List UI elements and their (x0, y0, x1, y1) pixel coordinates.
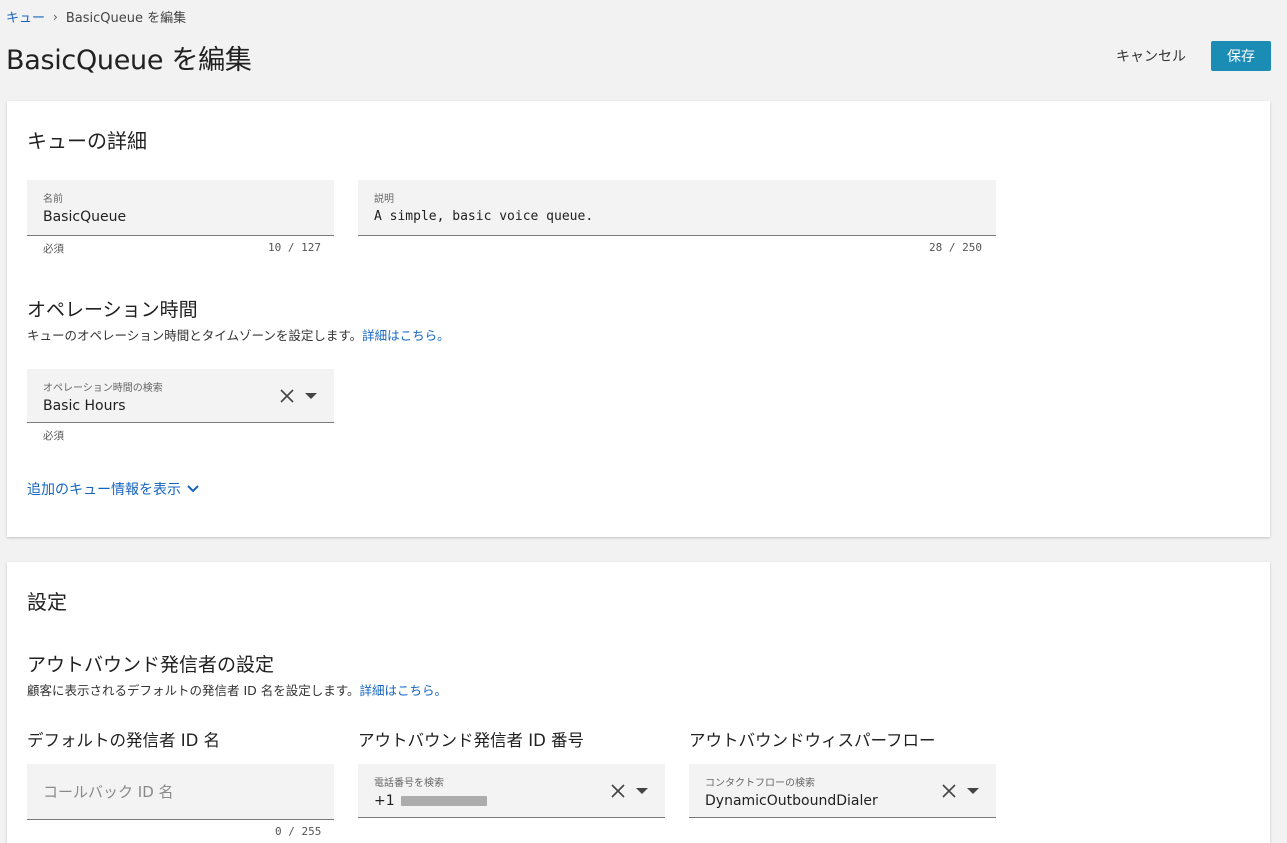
hours-search-value: Basic Hours (43, 398, 126, 414)
show-more-label: 追加のキュー情報を表示 (27, 482, 181, 498)
outbound-learn-more-link[interactable]: 詳細はこちら。 (360, 683, 448, 698)
clear-icon[interactable] (939, 781, 959, 801)
caller-id-number-prefix: +1 (374, 793, 395, 809)
breadcrumb-current: BasicQueue を編集 (65, 11, 187, 26)
caller-id-name-title: デフォルトの発信者 ID 名 (27, 731, 221, 750)
whisper-flow-label: コンタクトフローの検索 (705, 778, 815, 789)
clear-icon[interactable] (608, 781, 628, 801)
chevron-down-icon (187, 485, 199, 493)
redacted-phone-number (400, 796, 487, 806)
whisper-flow-value: DynamicOutboundDialer (705, 793, 878, 809)
description-field-label: 説明 (374, 194, 394, 205)
hours-required-text: 必須 (43, 430, 64, 442)
cancel-button[interactable]: キャンセル (1104, 41, 1198, 71)
settings-card: 設定 アウトバウンド発信者の設定 顧客に表示されるデフォルトの発信者 ID 名を… (7, 562, 1270, 843)
hours-desc-text: キューのオペレーション時間とタイムゾーンを設定します。 (27, 328, 363, 343)
outbound-desc-text: 顧客に表示されるデフォルトの発信者 ID 名を設定します。 (27, 683, 360, 698)
name-field-label: 名前 (43, 194, 63, 205)
hours-section-title: オペレーション時間 (27, 299, 198, 321)
description-char-counter: 28 / 250 (929, 241, 982, 254)
whisper-flow-title: アウトバウンドウィスパーフロー (689, 731, 936, 750)
caller-id-name-counter: 0 / 255 (275, 825, 322, 838)
show-more-queue-info-link[interactable]: 追加のキュー情報を表示 (27, 479, 200, 499)
hours-learn-more-link[interactable]: 詳細はこちら。 (362, 328, 450, 343)
save-button[interactable]: 保存 (1211, 41, 1271, 71)
outbound-section-title: アウトバウンド発信者の設定 (27, 654, 275, 676)
name-char-counter: 10 / 127 (268, 241, 321, 254)
settings-title: 設定 (27, 590, 67, 614)
dropdown-arrow-icon[interactable] (305, 393, 317, 399)
hours-section-desc: キューのオペレーション時間とタイムゾーンを設定します。詳細はこちら。 (27, 325, 450, 344)
dropdown-arrow-icon[interactable] (967, 788, 979, 794)
hours-search-label: オペレーション時間の検索 (43, 383, 163, 394)
caller-id-name-placeholder: コールバック ID 名 (43, 783, 174, 801)
chevron-right-icon: › (53, 9, 58, 24)
caller-id-name-input[interactable]: コールバック ID 名 (27, 764, 334, 820)
name-field-value: BasicQueue (43, 209, 127, 225)
page-title: BasicQueue を編集 (6, 45, 252, 76)
description-field-value: A simple, basic voice queue. (374, 209, 594, 224)
caller-id-number-search[interactable]: 電話番号を検索 +1 (358, 764, 665, 818)
description-field[interactable]: 説明 A simple, basic voice queue. (358, 180, 996, 236)
caller-id-number-value: +1 (374, 793, 487, 809)
hours-search-field[interactable]: オペレーション時間の検索 Basic Hours (27, 369, 334, 423)
dropdown-arrow-icon[interactable] (636, 788, 648, 794)
clear-icon[interactable] (277, 386, 297, 406)
name-required-text: 必須 (43, 243, 64, 255)
queue-details-title: キューの詳細 (27, 129, 147, 153)
breadcrumb-link-queues[interactable]: キュー (6, 7, 45, 26)
queue-details-card: キューの詳細 名前 BasicQueue 必須 10 / 127 説明 A si… (7, 101, 1270, 537)
caller-id-number-title: アウトバウンド発信者 ID 番号 (358, 731, 585, 750)
whisper-flow-search[interactable]: コンタクトフローの検索 DynamicOutboundDialer (689, 764, 996, 818)
breadcrumb: キュー › BasicQueue を編集 (6, 7, 187, 27)
outbound-section-desc: 顧客に表示されるデフォルトの発信者 ID 名を設定します。詳細はこちら。 (27, 680, 447, 699)
caller-id-number-label: 電話番号を検索 (374, 778, 444, 789)
name-field[interactable]: 名前 BasicQueue (27, 180, 334, 236)
